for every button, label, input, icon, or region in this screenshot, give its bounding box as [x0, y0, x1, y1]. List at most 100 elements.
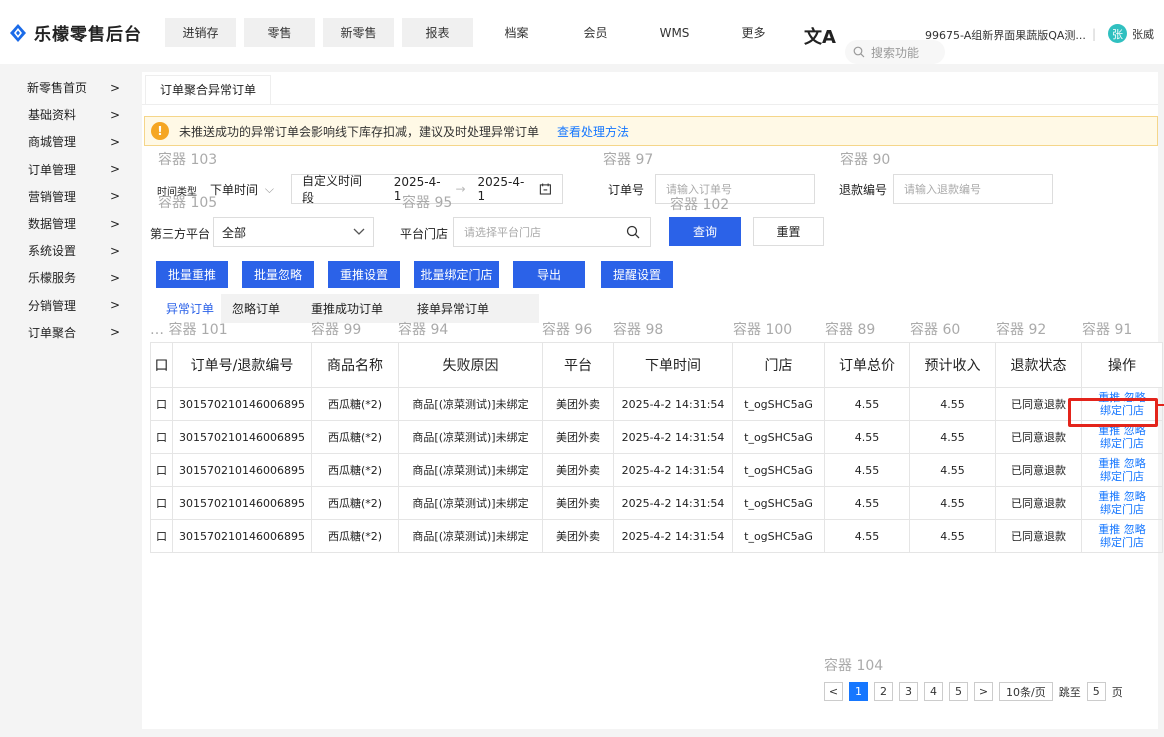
highlight-pointer: [1158, 404, 1164, 406]
container-label: 容器 94: [398, 322, 449, 338]
user-name: 张威: [1132, 27, 1154, 41]
alert-help-link[interactable]: 查看处理方法: [557, 123, 629, 140]
tenant-name[interactable]: 99675-A组新界面果蔬版QA测...: [925, 27, 1086, 43]
operations-cell: 重推 忽略 绑定门店: [1081, 486, 1163, 520]
row-checkbox[interactable]: 口: [150, 486, 173, 520]
nav-item-inventory[interactable]: 进销存: [165, 18, 236, 47]
income-cell: 4.55: [909, 486, 996, 520]
sidebar-item-mall[interactable]: 商城管理 >: [0, 128, 142, 155]
store-search-input[interactable]: 请选择平台门店: [453, 217, 651, 247]
income-cell: 4.55: [909, 420, 996, 454]
batch-bind-store-button[interactable]: 批量绑定门店: [414, 261, 499, 288]
ignore-link[interactable]: 忽略: [1124, 457, 1146, 470]
repush-link[interactable]: 重推: [1098, 490, 1120, 503]
page-button[interactable]: 1: [849, 682, 868, 701]
bind-store-link[interactable]: 绑定门店: [1100, 437, 1144, 450]
sidebar-item-label: 系统设置: [28, 244, 77, 259]
bind-store-link[interactable]: 绑定门店: [1100, 503, 1144, 516]
page-button[interactable]: 3: [899, 682, 918, 701]
refund-no-input[interactable]: 请输入退款编号: [893, 174, 1053, 204]
table-row: 口 301570210146006895 西瓜糖(*2) 商品[(凉菜测试)]未…: [150, 486, 1163, 520]
nav-item-reports[interactable]: 报表: [402, 18, 473, 47]
column-header: 操作: [1081, 342, 1163, 388]
page-size-select[interactable]: 10条/页: [999, 682, 1053, 701]
container-label: … 容器 101: [150, 322, 228, 338]
batch-ignore-button[interactable]: 批量忽略: [242, 261, 314, 288]
repush-link[interactable]: 重推: [1098, 523, 1120, 536]
bind-store-link[interactable]: 绑定门店: [1100, 536, 1144, 549]
sidebar-item-settings[interactable]: 系统设置 >: [0, 237, 142, 264]
tab-ignored-orders[interactable]: 忽略订单: [221, 294, 291, 323]
page-button[interactable]: 4: [924, 682, 943, 701]
ignore-link[interactable]: 忽略: [1124, 523, 1146, 536]
income-cell: 4.55: [909, 519, 996, 553]
prev-page-button[interactable]: <: [824, 682, 843, 701]
nav-item-new-retail[interactable]: 新零售: [323, 18, 394, 47]
row-checkbox[interactable]: 口: [150, 420, 173, 454]
next-page-button[interactable]: >: [974, 682, 993, 701]
row-checkbox[interactable]: 口: [150, 519, 173, 553]
chevron-right-icon: >: [109, 107, 120, 122]
translate-icon[interactable]: 文A: [804, 23, 836, 49]
row-checkbox[interactable]: 口: [150, 453, 173, 487]
order-no-cell: 301570210146006895: [172, 420, 312, 454]
search-icon: [853, 46, 865, 58]
order-no-cell: 301570210146006895: [172, 519, 312, 553]
page-button[interactable]: 5: [949, 682, 968, 701]
store-placeholder: 请选择平台门店: [464, 226, 541, 239]
sidebar-item-basic-data[interactable]: 基础资料 >: [0, 101, 142, 128]
column-header: 退款状态: [995, 342, 1082, 388]
row-checkbox[interactable]: 口: [150, 387, 173, 421]
date-range-arrow: →: [455, 182, 466, 196]
batch-repush-button[interactable]: 批量重推: [156, 261, 228, 288]
diamond-logo-icon: [10, 23, 26, 42]
time-cell: 2025-4-2 14:31:54: [613, 420, 733, 454]
time-type-value: 下单时间: [210, 182, 259, 197]
brand-logo[interactable]: 乐檬零售后台: [8, 20, 142, 45]
bind-store-link[interactable]: 绑定门店: [1100, 470, 1144, 483]
store-cell: t_ogSHC5aG: [732, 387, 825, 421]
export-button[interactable]: 导出: [513, 261, 585, 288]
jump-page-input[interactable]: 5: [1086, 682, 1106, 701]
user-menu[interactable]: 张 张威: [1108, 24, 1154, 43]
reset-button[interactable]: 重置: [753, 217, 824, 246]
page-button[interactable]: 2: [874, 682, 893, 701]
nav-item-wms[interactable]: WMS: [639, 18, 710, 47]
sidebar-item-order-aggregation[interactable]: 订单聚合 >: [0, 319, 142, 346]
ignore-link[interactable]: 忽略: [1124, 490, 1146, 503]
query-button[interactable]: 查询: [669, 217, 741, 246]
select-all-checkbox[interactable]: 口: [150, 342, 173, 388]
total-cell: 4.55: [824, 519, 910, 553]
repush-settings-button[interactable]: 重推设置: [328, 261, 400, 288]
sidebar-item-new-retail-home[interactable]: 新零售首页 >: [0, 74, 142, 101]
container-label: 容器 102: [670, 197, 730, 213]
nav-item-retail[interactable]: 零售: [244, 18, 315, 47]
sidebar-item-distribution[interactable]: 分销管理 >: [0, 292, 142, 319]
sidebar-item-label: 商城管理: [28, 135, 77, 150]
reminder-settings-button[interactable]: 提醒设置: [601, 261, 673, 288]
refund-status-cell: 已同意退款: [995, 486, 1082, 520]
container-label: 容器 104: [824, 658, 884, 674]
sidebar-item-data[interactable]: 数据管理 >: [0, 210, 142, 237]
sidebar-item-marketing[interactable]: 营销管理 >: [0, 183, 142, 210]
repush-link[interactable]: 重推: [1098, 457, 1120, 470]
total-cell: 4.55: [824, 420, 910, 454]
function-search[interactable]: 搜索功能: [845, 40, 945, 64]
reason-cell: 商品[(凉菜测试)]未绑定: [398, 420, 543, 454]
header-separator: |: [1092, 27, 1097, 41]
container-label: 容器 98: [613, 322, 664, 338]
nav-item-more[interactable]: 更多: [718, 18, 789, 47]
sidebar-item-label: 基础资料: [28, 108, 77, 123]
sidebar-item-lemon-service[interactable]: 乐檬服务 >: [0, 264, 142, 291]
container-label: 容器 100: [733, 322, 793, 338]
tab-order-aggregation-exceptions[interactable]: 订单聚合异常订单: [146, 76, 271, 104]
nav-item-members[interactable]: 会员: [560, 18, 631, 47]
sidebar-item-label: 分销管理: [28, 298, 77, 313]
nav-item-archive[interactable]: 档案: [481, 18, 552, 47]
sidebar-item-orders[interactable]: 订单管理 >: [0, 156, 142, 183]
chevron-right-icon: >: [109, 325, 120, 340]
column-header: 门店: [732, 342, 825, 388]
warning-alert: ! 未推送成功的异常订单会影响线下库存扣减，建议及时处理异常订单 查看处理方法: [144, 116, 1158, 146]
container-label: 容器 90: [840, 152, 891, 168]
platform-select[interactable]: 全部: [213, 217, 374, 247]
